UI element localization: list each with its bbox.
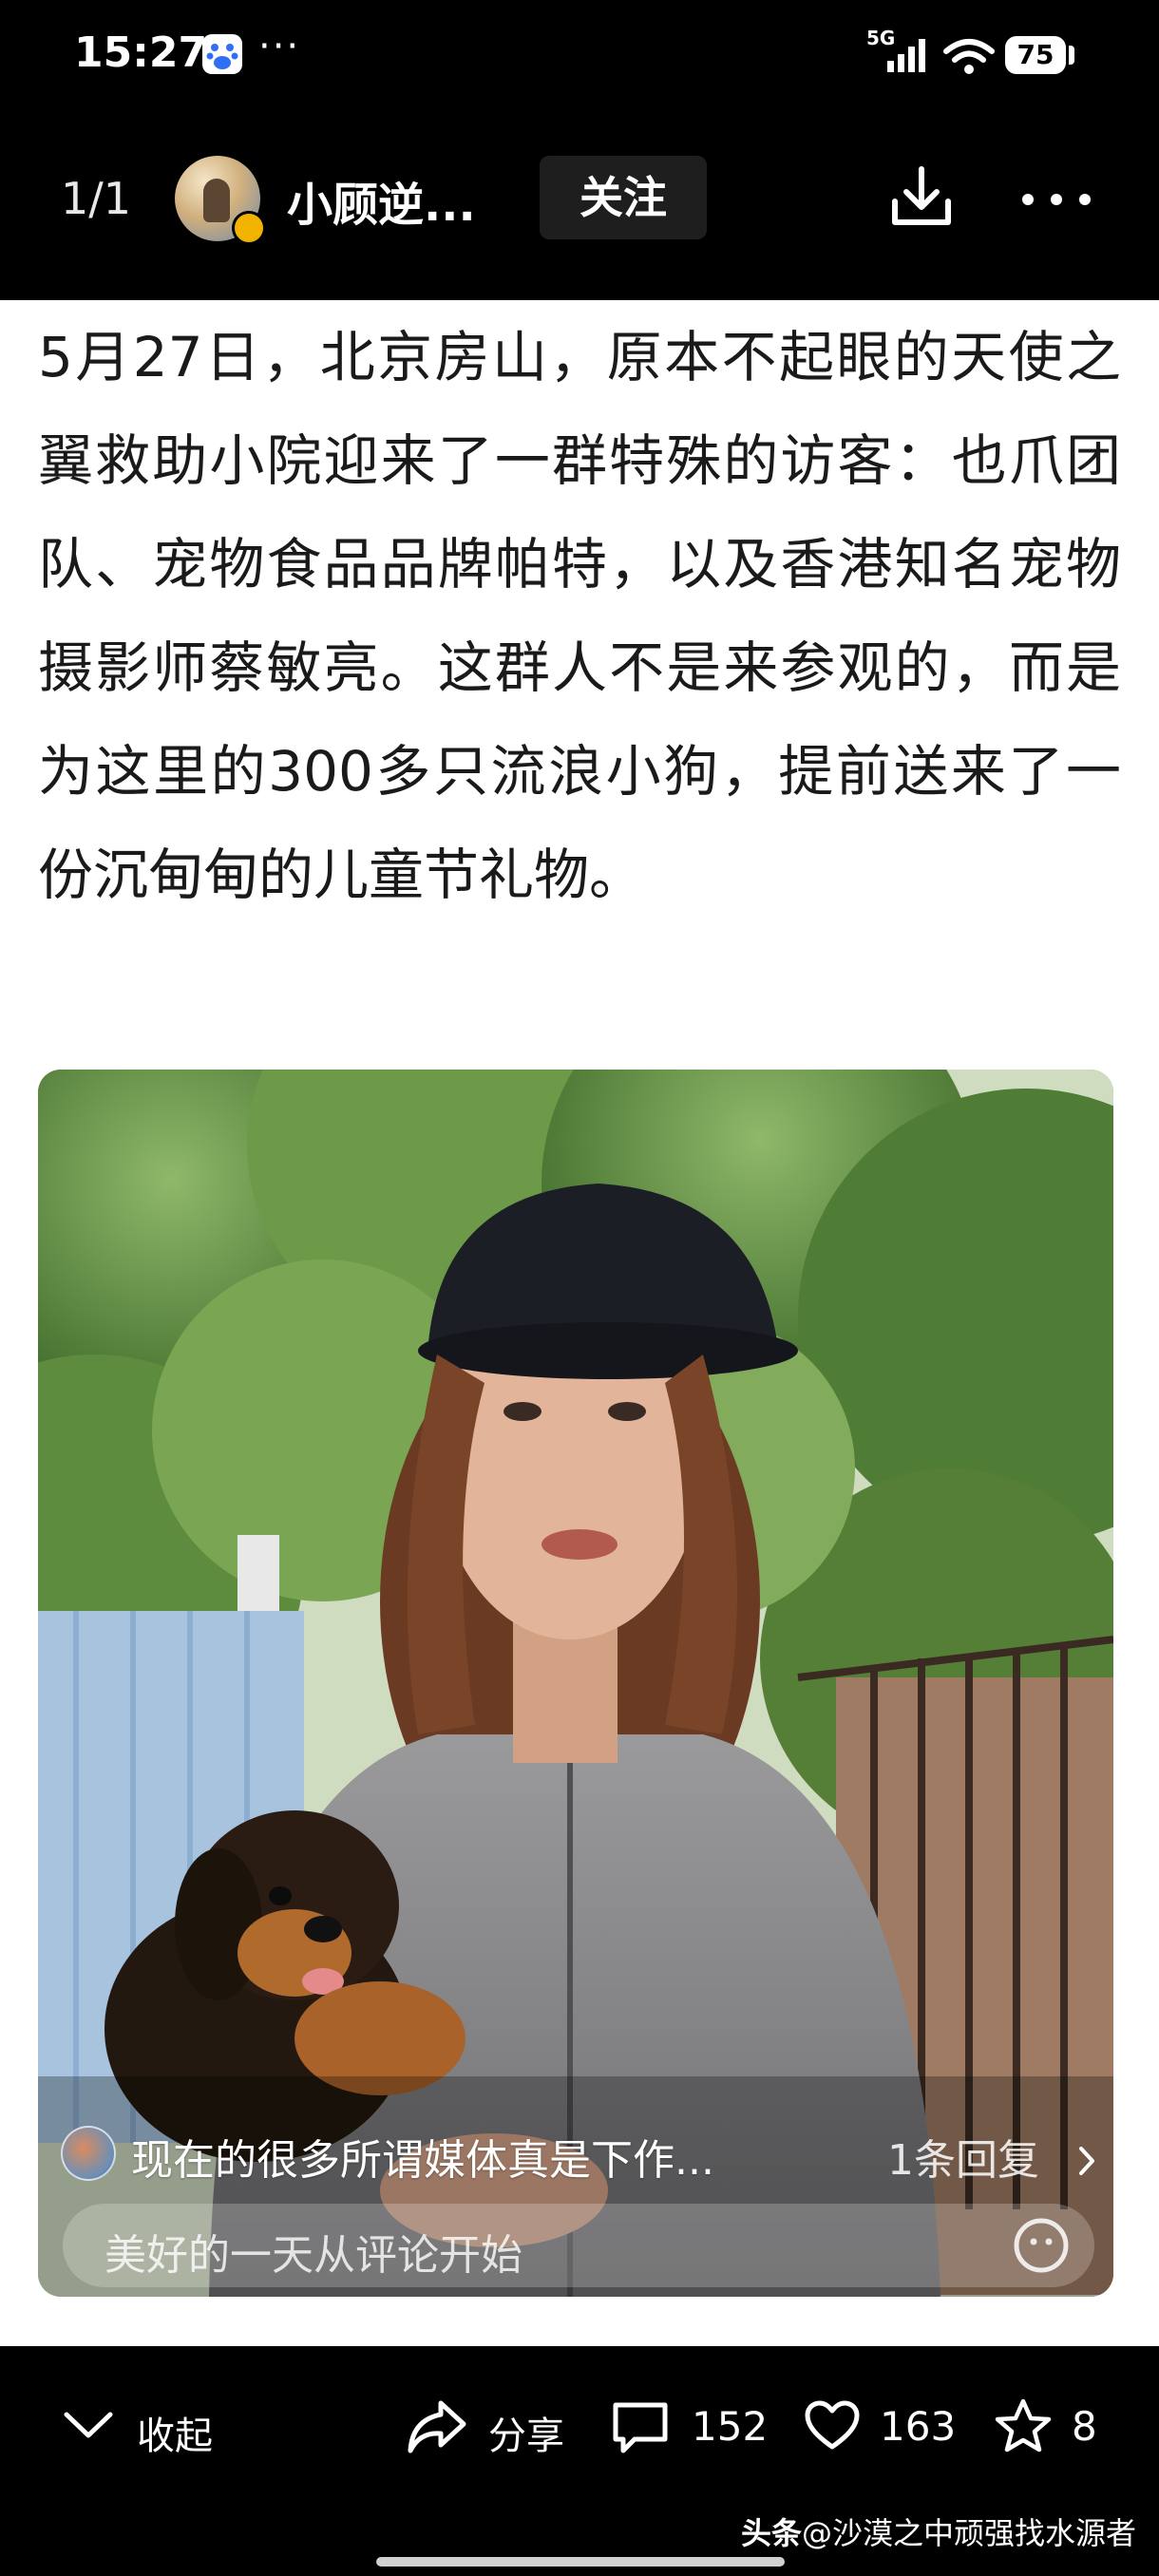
baidu-app-icon	[202, 34, 242, 74]
star-icon	[995, 2398, 1052, 2453]
avatar-figure	[203, 179, 230, 222]
battery-tip	[1069, 46, 1074, 65]
author-name[interactable]: 小顾逆...	[287, 167, 476, 234]
share-label: 分享	[488, 2415, 564, 2458]
favorite-count: 8	[1072, 2403, 1097, 2450]
article-body: 5月27日，北京房山，原本不起眼的天使之翼救助小院迎来了一群特殊的访客：也爪团队…	[38, 325, 1121, 907]
article-photo[interactable]: 现在的很多所谓媒体真是下作... 1条回复 美好的一天从评论开始	[38, 1070, 1113, 2297]
heart-icon	[805, 2400, 860, 2450]
comment-input[interactable]: 美好的一天从评论开始	[63, 2204, 1094, 2287]
top-navigation: 1/1 小顾逆... 关注	[0, 114, 1159, 300]
download-icon[interactable]	[887, 163, 956, 236]
comment-count: 152	[692, 2403, 769, 2450]
cellular-signal-icon: 5G	[866, 27, 937, 80]
wifi-icon	[942, 38, 996, 80]
like-count: 163	[880, 2403, 957, 2450]
commenter-avatar	[61, 2126, 116, 2181]
comment-placeholder: 美好的一天从评论开始	[104, 2231, 522, 2280]
status-time: 15:27	[74, 28, 208, 77]
more-icon[interactable]	[1020, 192, 1092, 211]
share-icon	[408, 2400, 466, 2453]
collapse-label: 收起	[137, 2415, 213, 2458]
bottom-action-bar: 收起 分享 152 163 8 头条@沙漠之中顽强找水源者	[0, 2346, 1159, 2576]
home-indicator[interactable]	[376, 2557, 785, 2567]
emoji-icon[interactable]	[1009, 2213, 1074, 2282]
watermark-handle: @沙漠之中顽强找水源者	[802, 2515, 1137, 2551]
watermark-brand: 头条	[741, 2515, 803, 2551]
author-avatar[interactable]	[175, 156, 266, 245]
comment-text: 现在的很多所谓媒体真是下作...	[131, 2136, 714, 2185]
source-watermark: 头条@沙漠之中顽强找水源者	[741, 2510, 1136, 2553]
comment-icon	[613, 2402, 668, 2453]
status-bar: 15:27 ··· 5G 75	[0, 0, 1159, 114]
chevron-right-icon	[1077, 2139, 1096, 2188]
verified-badge-icon	[232, 211, 266, 245]
page-counter: 1/1	[61, 173, 132, 224]
battery-icon: 75	[1005, 36, 1066, 74]
photo-scene	[38, 1070, 1113, 2297]
top-comment-preview[interactable]: 现在的很多所谓媒体真是下作... 1条回复	[59, 2120, 1094, 2185]
chevron-down-icon	[64, 2412, 113, 2438]
notification-more-icon: ···	[258, 25, 301, 68]
follow-button[interactable]: 关注	[540, 156, 707, 239]
reply-count[interactable]: 1条回复	[887, 2126, 1039, 2187]
